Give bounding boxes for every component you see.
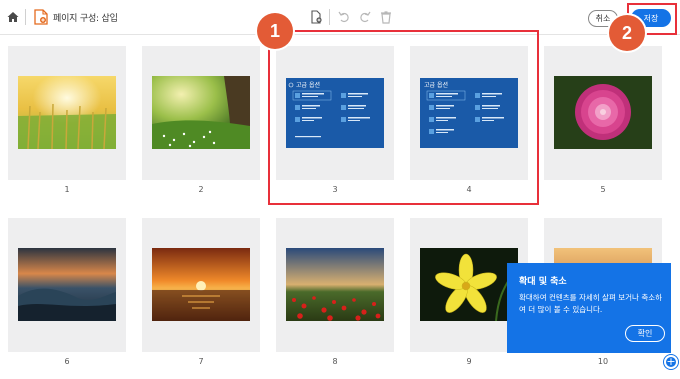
popup-body: 확대하여 컨텐츠를 자세히 살펴 보거나 축소하여 더 많이 볼 수 있습니다. xyxy=(519,293,663,314)
wheat-field-image xyxy=(18,76,116,149)
page-number: 1 xyxy=(64,185,70,194)
organize-pages-icon xyxy=(34,9,48,25)
page-thumbnail-7[interactable]: 7 xyxy=(142,218,260,366)
page-number: 5 xyxy=(600,185,606,194)
page-thumbnail-1[interactable]: 1 xyxy=(8,46,126,194)
page-thumbnail-8[interactable]: 8 xyxy=(276,218,394,366)
sea-sunset-image xyxy=(152,248,250,321)
annotation-badge-2: 2 xyxy=(609,15,645,51)
page-number: 10 xyxy=(597,357,609,366)
insert-page-icon[interactable] xyxy=(309,10,323,24)
page-title: 페이지 구성: 삽입 xyxy=(53,14,118,24)
toolbar-divider xyxy=(329,9,330,25)
home-icon[interactable] xyxy=(6,10,20,24)
popup-ok-button[interactable]: 확인 xyxy=(625,325,665,342)
meadow-tree-image xyxy=(152,76,250,149)
page-number: 7 xyxy=(198,357,204,366)
page-thumbnail-2[interactable]: 2 xyxy=(142,46,260,194)
poppy-field-image xyxy=(286,248,384,321)
ocean-wave-image xyxy=(18,248,116,321)
redo-icon[interactable] xyxy=(358,10,372,24)
toolbar-divider xyxy=(25,9,26,25)
zoom-tooltip-popup: 확대 및 축소 확대하여 컨텐츠를 자세히 살펴 보거나 축소하여 더 많이 볼… xyxy=(507,263,671,353)
page-number: 9 xyxy=(466,357,472,366)
undo-icon[interactable] xyxy=(337,10,351,24)
page-thumbnail-5[interactable]: 5 xyxy=(544,46,662,194)
zoom-in-icon[interactable]: + xyxy=(664,355,678,369)
pink-dahlia-image xyxy=(554,76,652,149)
delete-icon[interactable] xyxy=(379,10,393,24)
page-thumbnail-6[interactable]: 6 xyxy=(8,218,126,366)
page-number: 2 xyxy=(198,185,204,194)
annotation-badge-1: 1 xyxy=(257,13,293,49)
yellow-lily-image xyxy=(420,248,518,321)
popup-title: 확대 및 축소 xyxy=(519,277,567,287)
page-number: 6 xyxy=(64,357,70,366)
page-number: 8 xyxy=(332,357,338,366)
selected-pages-highlight-box xyxy=(268,30,539,205)
